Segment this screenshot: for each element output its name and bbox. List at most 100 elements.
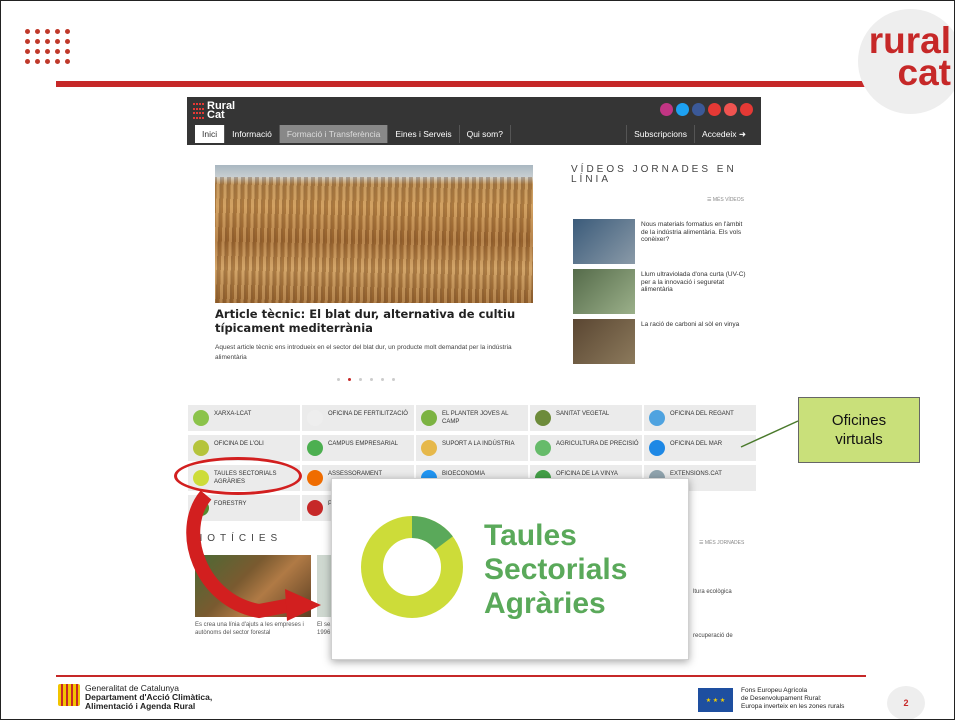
office-icon [649, 410, 665, 426]
popup-line1: Taules [484, 519, 577, 552]
news-caption-1[interactable]: Es crea una línia d'ajuts a les empreses… [195, 621, 313, 637]
office-tile[interactable]: OFICINA DE FERTILITZACIÓ [302, 405, 414, 431]
nav-item[interactable]: Qui som? [460, 125, 511, 143]
video-title[interactable]: La ració de carboni al sòl en vinya [641, 321, 746, 329]
facebook-icon[interactable] [692, 103, 705, 116]
bottom-red-line [56, 675, 866, 677]
office-icon [193, 440, 209, 456]
site-logo-text: Rural Cat [207, 100, 236, 121]
popup-line3: Agràries [484, 587, 606, 620]
pager-dot[interactable] [392, 378, 395, 381]
eu-line1: Fons Europeu Agrícola [741, 687, 808, 694]
taules-logo-text: Taules Sectorials Agràries [484, 519, 627, 621]
video-title[interactable]: Nous materials formatius en l'àmbit de l… [641, 221, 746, 244]
site-logo[interactable]: Rural Cat [193, 100, 236, 121]
office-label: SANITAT VEGETAL [556, 411, 610, 417]
nav-item[interactable]: Inici [195, 125, 226, 143]
eu-flag-icon: ★ ★ ★ [698, 688, 733, 712]
news-side-2[interactable]: recuperació de [693, 633, 733, 639]
generalitat-logo: Generalitat de Catalunya Departament d'A… [58, 684, 212, 711]
more-videos-link[interactable]: ☰ MÉS VÍDEOS [707, 197, 744, 203]
office-icon [307, 500, 323, 516]
video-thumbnail[interactable] [573, 269, 635, 314]
highlight-oval [174, 457, 302, 495]
pager-dot-active[interactable] [348, 378, 351, 381]
youtube-icon[interactable] [708, 103, 721, 116]
office-icon [193, 500, 209, 516]
main-nav: Inici Informació Formació i Transferència E… [195, 125, 511, 143]
callout-line1: Oficines [831, 412, 887, 429]
nav-item[interactable]: Formació i Transferència [279, 125, 389, 143]
video-item[interactable]: La ració de carboni al sòl en vinya [573, 319, 758, 364]
office-label: EL PLANTER JOVES AL CAMP [442, 411, 509, 425]
office-label: XARXA-LCAT [214, 411, 252, 417]
office-tile[interactable]: XARXA-LCAT [188, 405, 300, 431]
office-label: FORESTRY [214, 501, 247, 507]
office-tile[interactable]: SANITAT VEGETAL [530, 405, 642, 431]
office-tile[interactable]: OFICINA DEL REGANT [644, 405, 756, 431]
email-icon[interactable] [724, 103, 737, 116]
office-tile[interactable]: SUPORT A LA INDÚSTRIA [416, 435, 528, 461]
news-logs-image[interactable] [195, 555, 311, 617]
eu-line3: Europa inverteix en les zones rurals [741, 703, 845, 710]
office-tile[interactable]: FORESTRY [188, 495, 300, 521]
decorative-dot-grid [25, 29, 70, 64]
office-tile[interactable]: CAMPUS EMPRESARIAL [302, 435, 414, 461]
slide: rural cat Rural Cat Inici Informació Forma… [0, 0, 955, 720]
office-icon [307, 440, 323, 456]
account-nav-item[interactable]: Accedeix ➜ [694, 125, 753, 143]
carousel-pager[interactable] [337, 378, 395, 381]
office-tile[interactable]: AGRICULTURA DE PRECISIÓ [530, 435, 642, 461]
office-tile[interactable]: OFICINA DEL MAR [644, 435, 756, 461]
office-label: OFICINA DE FERTILITZACIÓ [328, 411, 408, 417]
top-red-bar [56, 81, 866, 87]
cloud-icon[interactable] [740, 103, 753, 116]
video-thumbnail[interactable] [573, 219, 635, 264]
instagram-icon[interactable] [660, 103, 673, 116]
nav-item[interactable]: Informació [225, 125, 280, 143]
site-header: Rural Cat Inici Informació Formació i Tran… [187, 97, 761, 145]
office-icon [421, 440, 437, 456]
article-title[interactable]: Article tècnic: El blat dur, alternativa… [215, 307, 545, 335]
pager-dot[interactable] [359, 378, 362, 381]
account-nav-item[interactable]: Subscripcions [626, 125, 694, 143]
account-nav: Subscripcions Accedeix ➜ [626, 125, 753, 143]
office-icon [307, 410, 323, 426]
office-label: SUPORT A LA INDÚSTRIA [442, 441, 515, 447]
office-icon [307, 470, 323, 486]
office-label: OFICINA DE L'OLI [214, 441, 264, 447]
office-label: AGRICULTURA DE PRECISIÓ [556, 441, 639, 447]
wheat-field-image[interactable] [215, 165, 533, 303]
office-icon [649, 440, 665, 456]
office-tile[interactable]: EL PLANTER JOVES AL CAMP [416, 405, 528, 431]
page-number: 2 [887, 686, 925, 719]
twitter-icon[interactable] [676, 103, 689, 116]
popup-line2: Sectorials [484, 553, 628, 586]
gen-line3: Alimentació i Agenda Rural [85, 701, 196, 711]
more-news-link[interactable]: ☰ MÉS JORNADES [699, 540, 744, 546]
office-icon [535, 410, 551, 426]
video-thumbnail[interactable] [573, 319, 635, 364]
eu-line2: de Desenvolupament Rural: [741, 695, 822, 702]
pager-dot[interactable] [370, 378, 373, 381]
news-side-1[interactable]: ltura ecològica [693, 589, 732, 595]
nav-item[interactable]: Eines i Serveis [388, 125, 460, 143]
videos-section-title: VÍDEOS JORNADES EN LÍNIA [571, 164, 737, 185]
taules-sectorials-zoom: Taules Sectorials Agràries [331, 478, 689, 660]
logo-line2: cat [897, 52, 951, 93]
office-icon [193, 410, 209, 426]
article-description: Aquest article tècnic ens introdueix en … [215, 344, 512, 361]
callout-line2: virtuals [835, 431, 883, 448]
pager-dot[interactable] [337, 378, 340, 381]
taules-donut-logo-icon [361, 516, 463, 618]
video-item[interactable]: Llum ultraviolada d'ona curta (UV-C) per… [573, 269, 758, 314]
senyera-icon [58, 684, 80, 706]
virtual-offices-callout: Oficines virtuals [798, 397, 920, 463]
video-title[interactable]: Llum ultraviolada d'ona curta (UV-C) per… [641, 271, 746, 294]
office-label: CAMPUS EMPRESARIAL [328, 441, 399, 447]
feader-text: Fons Europeu Agrícola de Desenvolupament… [741, 687, 844, 711]
logo-squares-icon [193, 103, 204, 120]
pager-dot[interactable] [381, 378, 384, 381]
office-icon [421, 410, 437, 426]
video-item[interactable]: Nous materials formatius en l'àmbit de l… [573, 219, 758, 264]
